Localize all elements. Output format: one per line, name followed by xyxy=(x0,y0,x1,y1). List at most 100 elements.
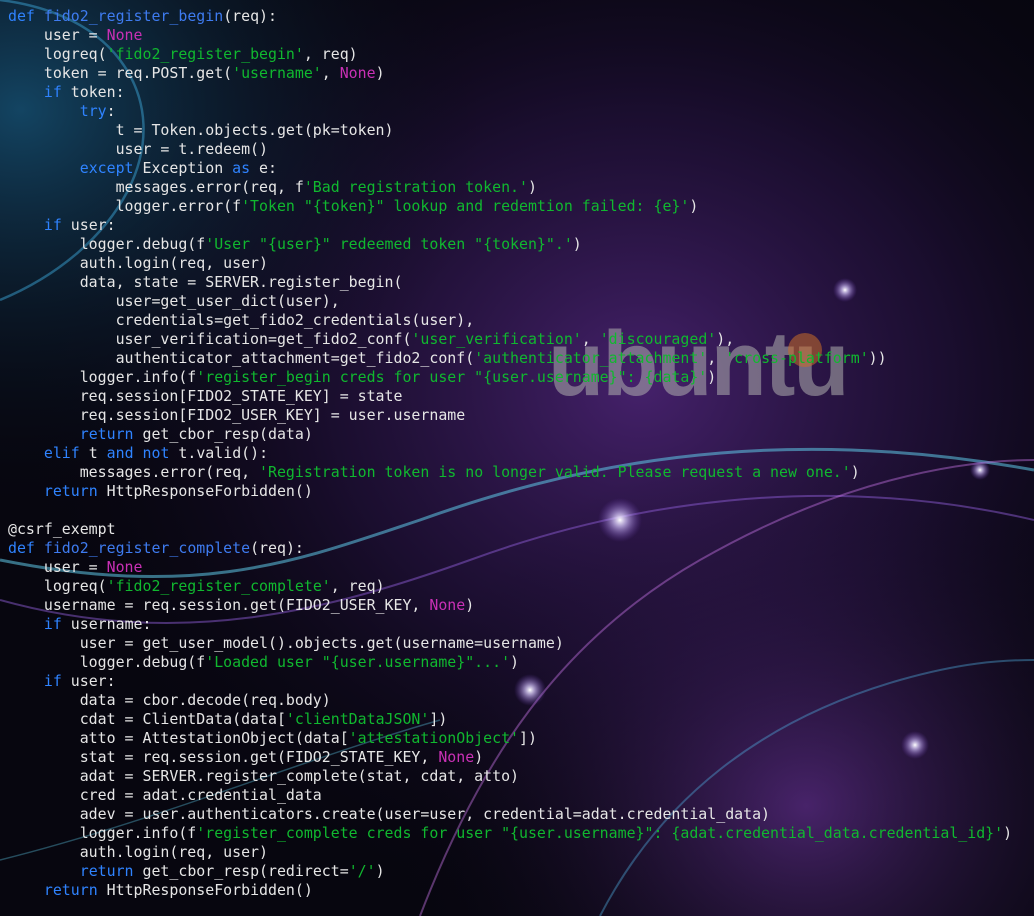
code-line: user = None xyxy=(8,26,1012,45)
code-token: cred = adat.credential_data xyxy=(8,786,322,804)
code-line: token = req.POST.get('username', None) xyxy=(8,64,1012,83)
code-token: logger.debug(f xyxy=(8,235,206,253)
code-line: data = cbor.decode(req.body) xyxy=(8,691,1012,710)
code-token: user=get_user_dict(user), xyxy=(8,292,340,310)
code-line: cdat = ClientData(data['clientDataJSON']… xyxy=(8,710,1012,729)
code-line: req.session[FIDO2_STATE_KEY] = state xyxy=(8,387,1012,406)
code-token: not xyxy=(142,444,170,462)
code-line: return HttpResponseForbidden() xyxy=(8,482,1012,501)
code-token: None xyxy=(429,596,466,614)
code-line: return get_cbor_resp(redirect='/') xyxy=(8,862,1012,881)
code-token: 'authenticator_attachment' xyxy=(474,349,708,367)
code-line: atto = AttestationObject(data['attestati… xyxy=(8,729,1012,748)
code-line: username = req.session.get(FIDO2_USER_KE… xyxy=(8,596,1012,615)
code-line: data, state = SERVER.register_begin( xyxy=(8,273,1012,292)
code-token: ) xyxy=(527,178,537,196)
code-token: messages.error(req, xyxy=(8,463,260,481)
code-token: user_verification=get_fido2_conf( xyxy=(8,330,412,348)
code-line: messages.error(req, f'Bad registration t… xyxy=(8,178,1012,197)
code-token: try xyxy=(79,102,107,120)
code-line: user = t.redeem() xyxy=(8,140,1012,159)
code-token: 'clientDataJSON' xyxy=(285,710,430,728)
code-token: 'discouraged' xyxy=(599,330,717,348)
code-token: 'username' xyxy=(232,64,322,82)
code-token: : xyxy=(106,102,116,120)
code-line: user = get_user_model().objects.get(user… xyxy=(8,634,1012,653)
code-token: data, state = SERVER.register_begin( xyxy=(8,273,403,291)
code-line: logreq('fido2_register_complete', req) xyxy=(8,577,1012,596)
code-token: ) xyxy=(707,368,717,386)
code-token: logger.error(f xyxy=(8,197,242,215)
code-token: user: xyxy=(61,672,116,690)
code-token: )) xyxy=(868,349,887,367)
code-token: 'register_complete creds for user "{user… xyxy=(196,824,1004,842)
code-line: cred = adat.credential_data xyxy=(8,786,1012,805)
code-token: authenticator_attachment=get_fido2_conf( xyxy=(8,349,475,367)
code-token: ) xyxy=(375,862,385,880)
code-line: logger.info(f'register_complete creds fo… xyxy=(8,824,1012,843)
code-token: user: xyxy=(61,216,116,234)
code-token: e: xyxy=(250,159,277,177)
code-editor[interactable]: def fido2_register_begin(req): user = No… xyxy=(8,7,1012,900)
code-line: elif t and not t.valid(): xyxy=(8,444,1012,463)
code-token: username = req.session.get(FIDO2_USER_KE… xyxy=(8,596,430,614)
code-token: ) xyxy=(850,463,860,481)
code-token: logger.info(f xyxy=(8,824,197,842)
code-token: ) xyxy=(1003,824,1013,842)
code-token: 'fido2_register_complete' xyxy=(106,577,331,595)
code-token: ) xyxy=(375,64,385,82)
code-token: 'Token "{token}" lookup and redemtion fa… xyxy=(241,197,690,215)
code-line: user_verification=get_fido2_conf('user_v… xyxy=(8,330,1012,349)
code-token: get_cbor_resp(redirect= xyxy=(133,862,349,880)
code-token: , req) xyxy=(330,577,385,595)
code-line: @csrf_exempt xyxy=(8,520,1012,539)
code-token: adat = SERVER.register_complete(stat, cd… xyxy=(8,767,520,785)
code-token: , req) xyxy=(303,45,358,63)
code-token: (req): xyxy=(223,7,277,25)
code-line: auth.login(req, user) xyxy=(8,843,1012,862)
code-token: cdat = ClientData(data[ xyxy=(8,710,286,728)
code-line: logreq('fido2_register_begin', req) xyxy=(8,45,1012,64)
code-token: , xyxy=(707,349,726,367)
code-token: 'User "{user}" redeemed token "{token}".… xyxy=(205,235,573,253)
code-line: def fido2_register_begin(req): xyxy=(8,7,1012,26)
code-line: t = Token.objects.get(pk=token) xyxy=(8,121,1012,140)
code-token: atto = AttestationObject(data[ xyxy=(8,729,349,747)
code-token: None xyxy=(339,64,376,82)
code-token: logreq( xyxy=(8,577,107,595)
code-token: except xyxy=(79,159,134,177)
code-token: logger.debug(f xyxy=(8,653,206,671)
code-token: 'Registration token is no longer valid. … xyxy=(259,463,851,481)
code-token: user = xyxy=(8,26,107,44)
code-token: req.session[FIDO2_USER_KEY] = user.usern… xyxy=(8,406,466,424)
code-token: ]) xyxy=(429,710,448,728)
code-token: 'Bad registration token.' xyxy=(303,178,528,196)
code-line: credentials=get_fido2_credentials(user), xyxy=(8,311,1012,330)
code-token: return xyxy=(43,881,98,899)
code-token: 'attestationObject' xyxy=(348,729,520,747)
code-line: logger.error(f'Token "{token}" lookup an… xyxy=(8,197,1012,216)
code-token: None xyxy=(106,558,143,576)
code-token: (req): xyxy=(250,539,304,557)
code-token: t xyxy=(79,444,107,462)
code-line: stat = req.session.get(FIDO2_STATE_KEY, … xyxy=(8,748,1012,767)
code-token: None xyxy=(106,26,143,44)
code-token: logger.info(f xyxy=(8,368,197,386)
code-line: user=get_user_dict(user), xyxy=(8,292,1012,311)
code-token: and xyxy=(106,444,134,462)
code-token: 'Loaded user "{user.username}"...' xyxy=(205,653,511,671)
code-line: if token: xyxy=(8,83,1012,102)
code-token: HttpResponseForbidden() xyxy=(97,482,313,500)
code-token: ) xyxy=(689,197,699,215)
code-line: authenticator_attachment=get_fido2_conf(… xyxy=(8,349,1012,368)
code-token: None xyxy=(438,748,475,766)
code-token: user = xyxy=(8,558,107,576)
